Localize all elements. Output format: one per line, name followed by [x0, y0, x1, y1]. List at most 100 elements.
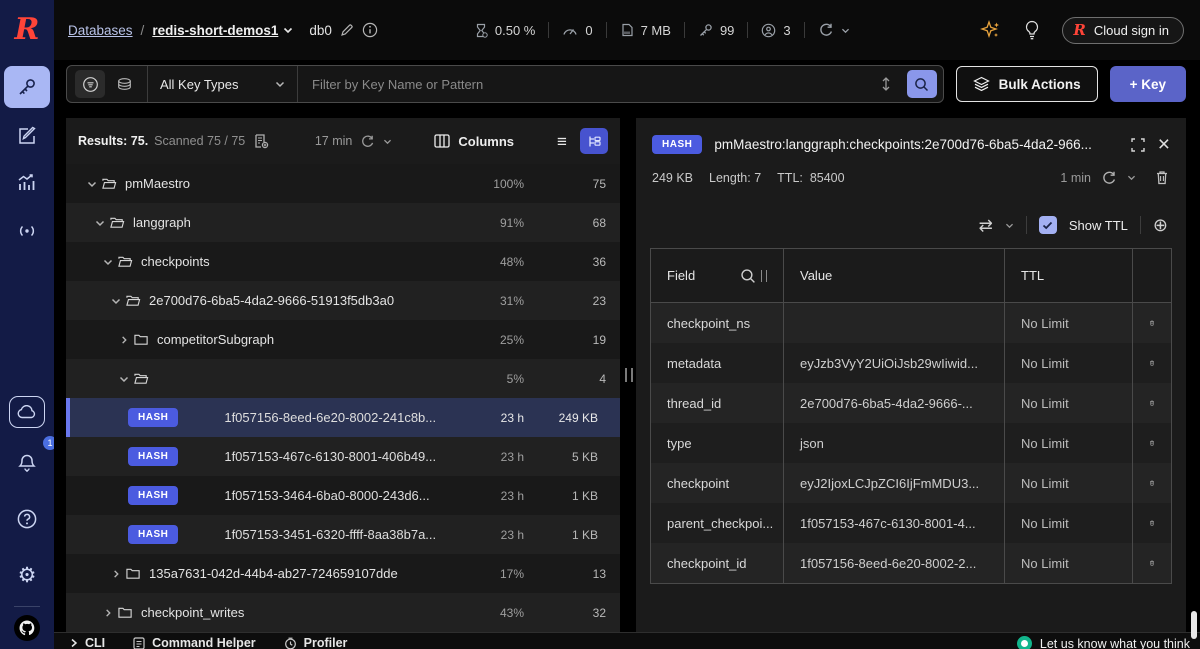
value-cell[interactable]: 1f057153-467c-6130-8001-4... [784, 503, 1005, 543]
filter-toggle-button[interactable] [75, 70, 105, 98]
keys-refresh[interactable]: 17 min [315, 134, 393, 149]
delete-field-button[interactable] [1133, 383, 1171, 423]
value-cell[interactable]: eyJzb3VyY2UiOiJsb29wIiwid... [784, 343, 1005, 383]
feedback-link[interactable]: Let us know what you think [1017, 636, 1190, 649]
close-details-button[interactable]: × [1158, 134, 1170, 155]
chevron-right-icon[interactable] [100, 608, 116, 618]
profiler-toggle[interactable]: Profiler [284, 636, 348, 649]
field-cell[interactable]: thread_id [651, 383, 784, 423]
hash-field-row[interactable]: checkpointeyJ2IjoxLCJpZCI6IjFmMDU3...No … [651, 463, 1171, 503]
value-cell[interactable] [784, 303, 1005, 343]
edit-pencil-icon[interactable] [340, 23, 354, 37]
nav-settings[interactable]: ⚙ [4, 554, 50, 596]
field-cell[interactable]: checkpoint_ns [651, 303, 784, 343]
add-key-button[interactable]: + Key [1110, 66, 1186, 102]
tree-key-row[interactable]: HASH1f057153-3451-6320-ffff-8aa38b7a...2… [66, 515, 620, 554]
fullscreen-button[interactable] [1130, 137, 1146, 153]
hash-field-row[interactable]: parent_checkpoi...1f057153-467c-6130-800… [651, 503, 1171, 543]
app-logo[interactable]: R [0, 0, 54, 60]
hash-field-row[interactable]: checkpoint_id1f057156-8eed-6e20-8002-2..… [651, 543, 1171, 583]
ttl-cell[interactable]: No Limit [1005, 503, 1133, 543]
chevron-down-icon[interactable] [1005, 222, 1014, 229]
nav-analytics[interactable] [4, 162, 50, 204]
delete-field-button[interactable] [1133, 303, 1171, 343]
chevron-right-icon[interactable] [108, 569, 124, 579]
tree-folder-row[interactable]: langgraph91%68 [66, 203, 620, 242]
scan-more-icon[interactable] [253, 133, 269, 149]
chevron-down-icon[interactable] [1127, 174, 1136, 181]
value-column-header[interactable]: Value [784, 249, 1005, 302]
chevron-down-icon[interactable] [116, 375, 132, 383]
add-field-button[interactable]: ⊕ [1153, 216, 1168, 234]
chevron-down-icon[interactable] [84, 180, 100, 188]
value-cell[interactable]: 1f057156-8eed-6e20-8002-2... [784, 543, 1005, 583]
hash-field-row[interactable]: checkpoint_ns No Limit [651, 303, 1171, 343]
tree-folder-row[interactable]: pmMaestro100%75 [66, 164, 620, 203]
ttl-cell[interactable]: No Limit [1005, 463, 1133, 503]
panel-resize-handle[interactable] [625, 368, 633, 382]
ttl-cell[interactable]: No Limit [1005, 383, 1133, 423]
scrollbar-thumb[interactable] [1191, 611, 1197, 639]
show-ttl-checkbox[interactable] [1039, 216, 1057, 234]
index-search-button[interactable] [109, 70, 139, 98]
column-resize-handle[interactable] [761, 270, 767, 282]
search-scope-button[interactable] [871, 70, 901, 98]
nav-browser[interactable] [4, 66, 50, 108]
delete-key-icon[interactable] [1154, 169, 1170, 186]
field-cell[interactable]: checkpoint_id [651, 543, 784, 583]
hash-field-row[interactable]: typejsonNo Limit [651, 423, 1171, 463]
tree-folder-row[interactable]: 135a7631-042d-44b4-ab27-724659107dde17%1… [66, 554, 620, 593]
format-switch-icon[interactable]: ⇄ [979, 217, 993, 234]
breadcrumb-databases-link[interactable]: Databases [68, 23, 133, 38]
tree-key-row[interactable]: HASH1f057153-3464-6ba0-8000-243d6...23 h… [66, 476, 620, 515]
ttl-cell[interactable]: No Limit [1005, 423, 1133, 463]
chevron-right-icon[interactable] [116, 335, 132, 345]
delete-field-button[interactable] [1133, 423, 1171, 463]
tree-key-row[interactable]: HASH1f057156-8eed-6e20-8002-241c8b...23 … [66, 398, 620, 437]
delete-field-button[interactable] [1133, 463, 1171, 503]
nav-help[interactable] [4, 498, 50, 540]
delete-field-button[interactable] [1133, 503, 1171, 543]
metrics-refresh[interactable] [818, 22, 850, 38]
key-ttl[interactable]: TTL: 85400 [777, 171, 844, 185]
hash-field-row[interactable]: metadataeyJzb3VyY2UiOiJsb29wIiwid...No L… [651, 343, 1171, 383]
nav-cloud[interactable] [9, 396, 45, 428]
bulk-actions-button[interactable]: Bulk Actions [956, 66, 1098, 102]
chevron-down-icon[interactable] [100, 258, 116, 266]
tree-folder-row[interactable]: checkpoint_writes43%32 [66, 593, 620, 632]
tree-key-row[interactable]: HASH1f057153-467c-6130-8001-406b49...23 … [66, 437, 620, 476]
ttl-cell[interactable]: No Limit [1005, 543, 1133, 583]
tree-folder-row[interactable]: competitorSubgraph25%19 [66, 320, 620, 359]
ttl-cell[interactable]: No Limit [1005, 303, 1133, 343]
list-view-button[interactable]: ≡ [548, 128, 576, 154]
field-cell[interactable]: metadata [651, 343, 784, 383]
search-button[interactable] [907, 70, 937, 98]
field-cell[interactable]: checkpoint [651, 463, 784, 503]
info-icon[interactable] [362, 22, 378, 38]
key-type-dropdown[interactable]: All Key Types [148, 66, 298, 102]
value-cell[interactable]: json [784, 423, 1005, 463]
hash-field-row[interactable]: thread_id2e700d76-6ba5-4da2-9666-...No L… [651, 383, 1171, 423]
command-helper-toggle[interactable]: Command Helper [133, 636, 256, 649]
columns-button[interactable]: Columns [434, 134, 514, 149]
value-cell[interactable]: eyJ2IjoxLCJpZCI6IjFmMDU3... [784, 463, 1005, 503]
field-cell[interactable]: type [651, 423, 784, 463]
tree-folder-row[interactable]: 5%4 [66, 359, 620, 398]
delete-field-button[interactable] [1133, 343, 1171, 383]
ttl-column-header[interactable]: TTL [1005, 249, 1133, 302]
lightbulb-icon[interactable] [1024, 20, 1040, 41]
field-column-header[interactable]: Field [651, 249, 784, 302]
refresh-icon[interactable] [1101, 170, 1117, 186]
ai-sparkles-icon[interactable] [980, 19, 1002, 41]
tree-folder-row[interactable]: 2e700d76-6ba5-4da2-9666-51913f5db3a031%2… [66, 281, 620, 320]
nav-pubsub[interactable] [4, 210, 50, 252]
cli-toggle[interactable]: CLI [70, 636, 105, 649]
chevron-down-icon[interactable] [92, 219, 108, 227]
search-icon[interactable] [740, 268, 756, 284]
nav-workbench[interactable] [4, 114, 50, 156]
field-cell[interactable]: parent_checkpoi... [651, 503, 784, 543]
delete-field-button[interactable] [1133, 543, 1171, 583]
tree-folder-row[interactable]: checkpoints48%36 [66, 242, 620, 281]
database-name-dropdown[interactable]: redis-short-demos1 [152, 23, 293, 38]
ttl-cell[interactable]: No Limit [1005, 343, 1133, 383]
